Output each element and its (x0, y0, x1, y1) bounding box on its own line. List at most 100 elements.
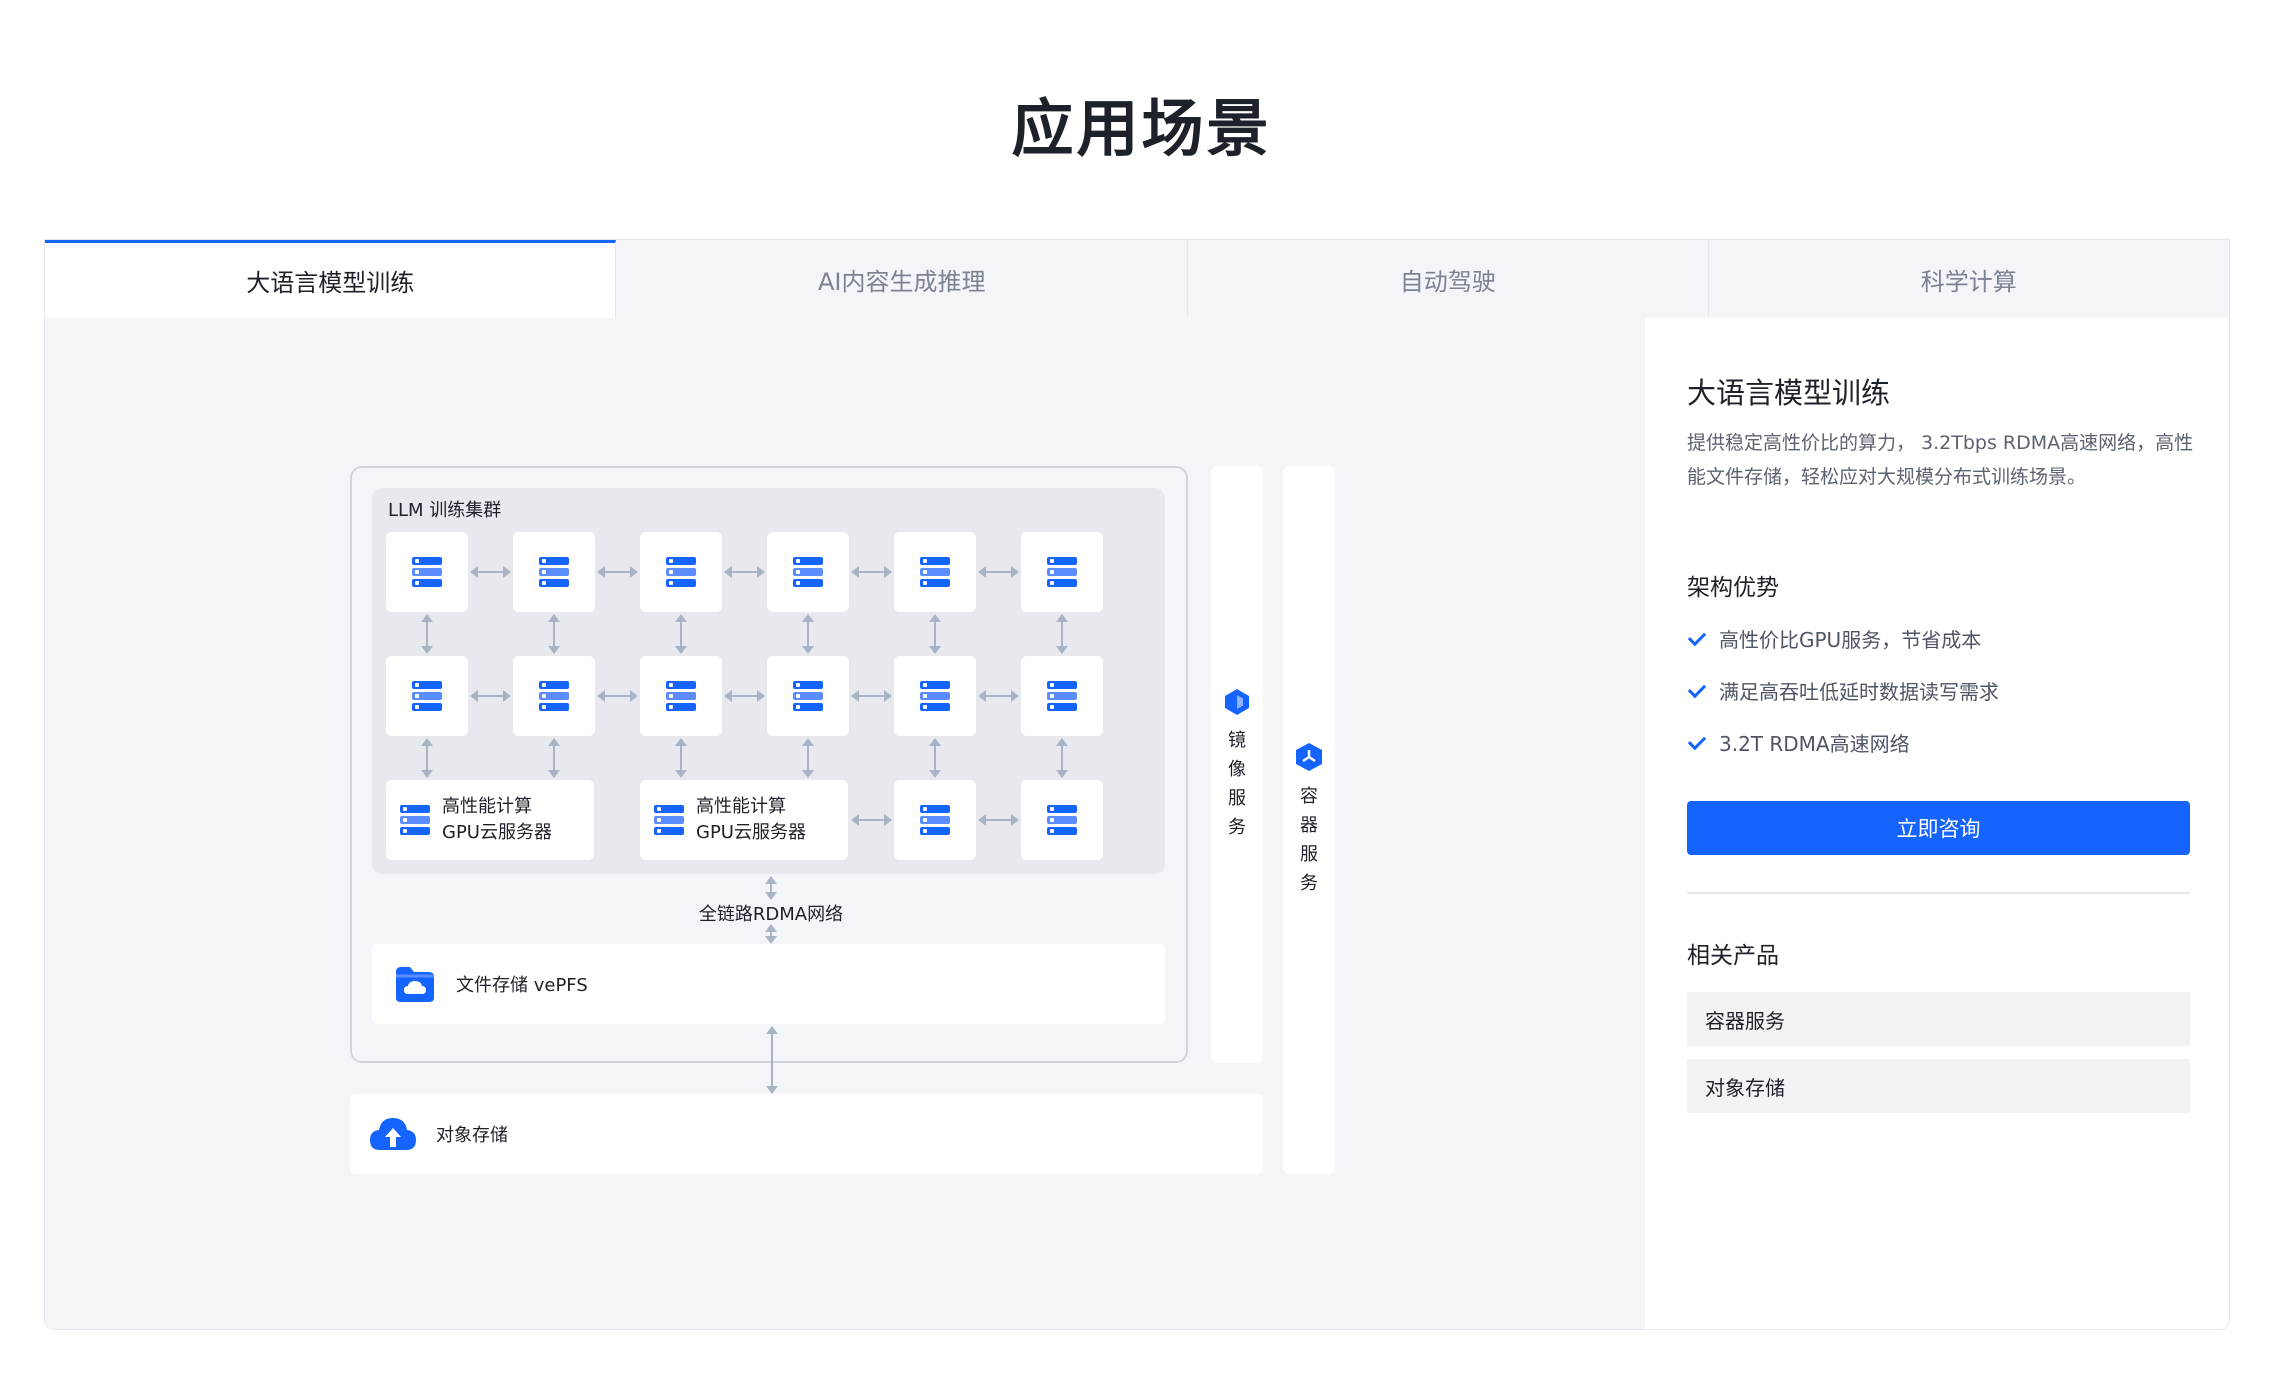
gpu-node (513, 532, 595, 612)
server-icon (793, 557, 823, 587)
connector-arrow (421, 738, 433, 778)
server-icon (654, 805, 684, 835)
gpu-node (640, 656, 722, 736)
gpu-node (894, 656, 976, 736)
rdma-network-label: 全链路RDMA网络 (698, 904, 844, 925)
server-icon (666, 557, 696, 587)
cloud-upload-icon (370, 1118, 416, 1150)
gpu-node (386, 532, 468, 612)
connector-arrow (597, 566, 638, 578)
connector-arrow (802, 738, 814, 778)
container-service-icon (1296, 743, 1322, 771)
connector-arrow (1056, 738, 1068, 778)
gpu-node (513, 656, 595, 736)
page-title: 应用场景 (1011, 92, 1272, 165)
connector-arrow (851, 690, 892, 702)
connector-arrow (421, 614, 433, 654)
gpu-node (1021, 656, 1103, 736)
architecture-diagram: LLM 训练集群 高性能计算 GPU云服务器 高性能计算 GPU云服务器 全链路… (45, 318, 1645, 1329)
gpu-node (767, 656, 849, 736)
advantage-item: 3.2T RDMA高速网络 (1687, 716, 2197, 768)
connector-arrow (851, 566, 892, 578)
tab-scientific-computing[interactable]: 科学计算 (1709, 240, 2230, 318)
connector-arrow (978, 814, 1019, 826)
connector-arrow (978, 690, 1019, 702)
gpu-node (1021, 532, 1103, 612)
scenario-details: 大语言模型训练 提供稳定高性价比的算力， 3.2Tbps RDMA高速网络，高性… (1645, 318, 2229, 1329)
gpu-card-label-line1: 高性能计算 (696, 796, 786, 817)
advantage-text: 3.2T RDMA高速网络 (1719, 731, 1910, 756)
check-icon (1687, 628, 1707, 648)
server-icon (412, 557, 442, 587)
folder-cloud-icon (396, 967, 434, 1002)
divider (1687, 892, 2190, 894)
check-icon (1687, 732, 1707, 752)
llm-training-cluster: LLM 训练集群 高性能计算 GPU云服务器 高性能计算 GPU云服务器 (372, 488, 1165, 874)
server-icon (400, 805, 430, 835)
connector-arrow (724, 566, 765, 578)
consult-now-button[interactable]: 立即咨询 (1687, 801, 2190, 855)
connector-arrow (851, 814, 892, 826)
connector-arrow (597, 690, 638, 702)
scenario-title: 大语言模型训练 (1687, 376, 1891, 410)
scenario-description: 提供稳定高性价比的算力， 3.2Tbps RDMA高速网络，高性能文件存储，轻松… (1687, 432, 2194, 488)
scenario-panel: LLM 训练集群 高性能计算 GPU云服务器 高性能计算 GPU云服务器 全链路… (44, 318, 2230, 1330)
gpu-node (386, 656, 468, 736)
container-service: 容器服务 (1283, 466, 1335, 1174)
cluster-label: LLM 训练集群 (388, 500, 502, 521)
connector-arrow (724, 690, 765, 702)
file-storage-vepfs: 文件存储 vePFS (372, 944, 1165, 1024)
server-icon (793, 681, 823, 711)
tab-autonomous-driving[interactable]: 自动驾驶 (1188, 240, 1709, 318)
server-icon (1047, 805, 1077, 835)
server-icon (412, 681, 442, 711)
server-icon (920, 805, 950, 835)
tab-llm-training[interactable]: 大语言模型训练 (45, 240, 617, 318)
server-icon (666, 681, 696, 711)
image-service-icon (1225, 688, 1249, 715)
server-icon (920, 681, 950, 711)
cluster-container: LLM 训练集群 高性能计算 GPU云服务器 高性能计算 GPU云服务器 全链路… (350, 466, 1188, 1063)
container-service-label: 容器服务 (1300, 786, 1318, 894)
object-storage: 对象存储 (350, 1094, 1263, 1174)
advantage-item: 满足高吞吐低延时数据读写需求 (1687, 664, 2197, 716)
advantages-list: 高性价比GPU服务，节省成本 满足高吞吐低延时数据读写需求 3.2T RDMA高… (1687, 612, 2197, 768)
connector-arrow (929, 614, 941, 654)
check-icon (1687, 680, 1707, 700)
connector-arrow (470, 690, 511, 702)
connector-arrow (470, 566, 511, 578)
gpu-cloud-server-card: 高性能计算 GPU云服务器 (386, 780, 594, 860)
connector-arrow (675, 738, 687, 778)
gpu-cloud-server-card: 高性能计算 GPU云服务器 (640, 780, 848, 860)
rdma-connector-arrow (765, 924, 777, 944)
advantage-text: 高性价比GPU服务，节省成本 (1719, 627, 1982, 652)
connector-arrow (548, 614, 560, 654)
scenario-tabs: 大语言模型训练 AI内容生成推理 自动驾驶 科学计算 (44, 239, 2230, 318)
rdma-connector-arrow (765, 876, 777, 900)
tab-aigc-inference[interactable]: AI内容生成推理 (616, 240, 1188, 318)
gpu-node (640, 532, 722, 612)
advantage-item: 高性价比GPU服务，节省成本 (1687, 612, 2197, 664)
advantage-text: 满足高吞吐低延时数据读写需求 (1719, 679, 1999, 704)
gpu-card-label-line2: GPU云服务器 (696, 822, 806, 843)
server-icon (920, 557, 950, 587)
related-product-container-service[interactable]: 容器服务 (1687, 992, 2190, 1046)
advantages-title: 架构优势 (1687, 575, 1779, 601)
server-icon (539, 681, 569, 711)
storage-connector-arrow (766, 1026, 778, 1094)
gpu-card-label-line1: 高性能计算 (442, 796, 532, 817)
connector-arrow (1056, 614, 1068, 654)
server-icon (539, 557, 569, 587)
connector-arrow (548, 738, 560, 778)
connector-arrow (802, 614, 814, 654)
gpu-node (767, 532, 849, 612)
connector-arrow (929, 738, 941, 778)
gpu-node (1021, 780, 1103, 860)
related-product-object-storage[interactable]: 对象存储 (1687, 1059, 2190, 1113)
gpu-node (894, 780, 976, 860)
image-service: 镜像服务 (1211, 466, 1263, 1063)
object-storage-label: 对象存储 (436, 1125, 508, 1146)
server-icon (1047, 681, 1077, 711)
gpu-node (894, 532, 976, 612)
server-icon (1047, 557, 1077, 587)
